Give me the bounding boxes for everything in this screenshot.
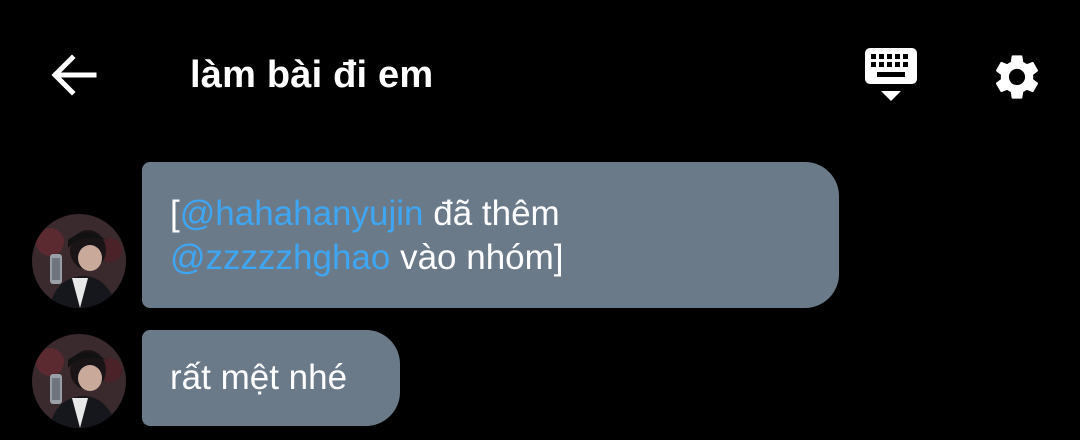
message-bubble[interactable]: [@hahahanyujin đã thêm @zzzzzhghao vào nh…	[142, 162, 839, 308]
mention-link[interactable]: @hahahanyujin	[180, 194, 424, 233]
avatar[interactable]	[32, 214, 126, 308]
keyboard-icon	[865, 48, 917, 101]
chat-screen: làm bài đi em [@hahahanyujin đã thêm @zz…	[0, 0, 1080, 440]
chat-header: làm bài đi em	[0, 0, 1080, 150]
message-text-bracket: [	[170, 194, 180, 233]
message-row: rất mệt nhé	[0, 330, 1080, 428]
message-text: vào nhóm]	[390, 238, 564, 277]
keyboard-button[interactable]	[858, 46, 924, 108]
message-text: đã thêm	[423, 194, 560, 233]
avatar[interactable]	[32, 334, 126, 428]
message-bubble[interactable]: rất mệt nhé	[142, 330, 400, 426]
gear-icon	[995, 55, 1039, 99]
settings-button[interactable]	[984, 46, 1050, 108]
avatar-photo	[32, 214, 126, 308]
message-row: [@hahahanyujin đã thêm @zzzzzhghao vào nh…	[0, 162, 1080, 308]
chat-title: làm bài đi em	[190, 54, 434, 96]
arrow-left-icon	[51, 54, 97, 96]
message-text: rất mệt nhé	[170, 358, 348, 397]
back-button[interactable]	[44, 50, 104, 100]
mention-link[interactable]: @zzzzzhghao	[170, 238, 390, 277]
avatar-photo	[32, 334, 126, 428]
